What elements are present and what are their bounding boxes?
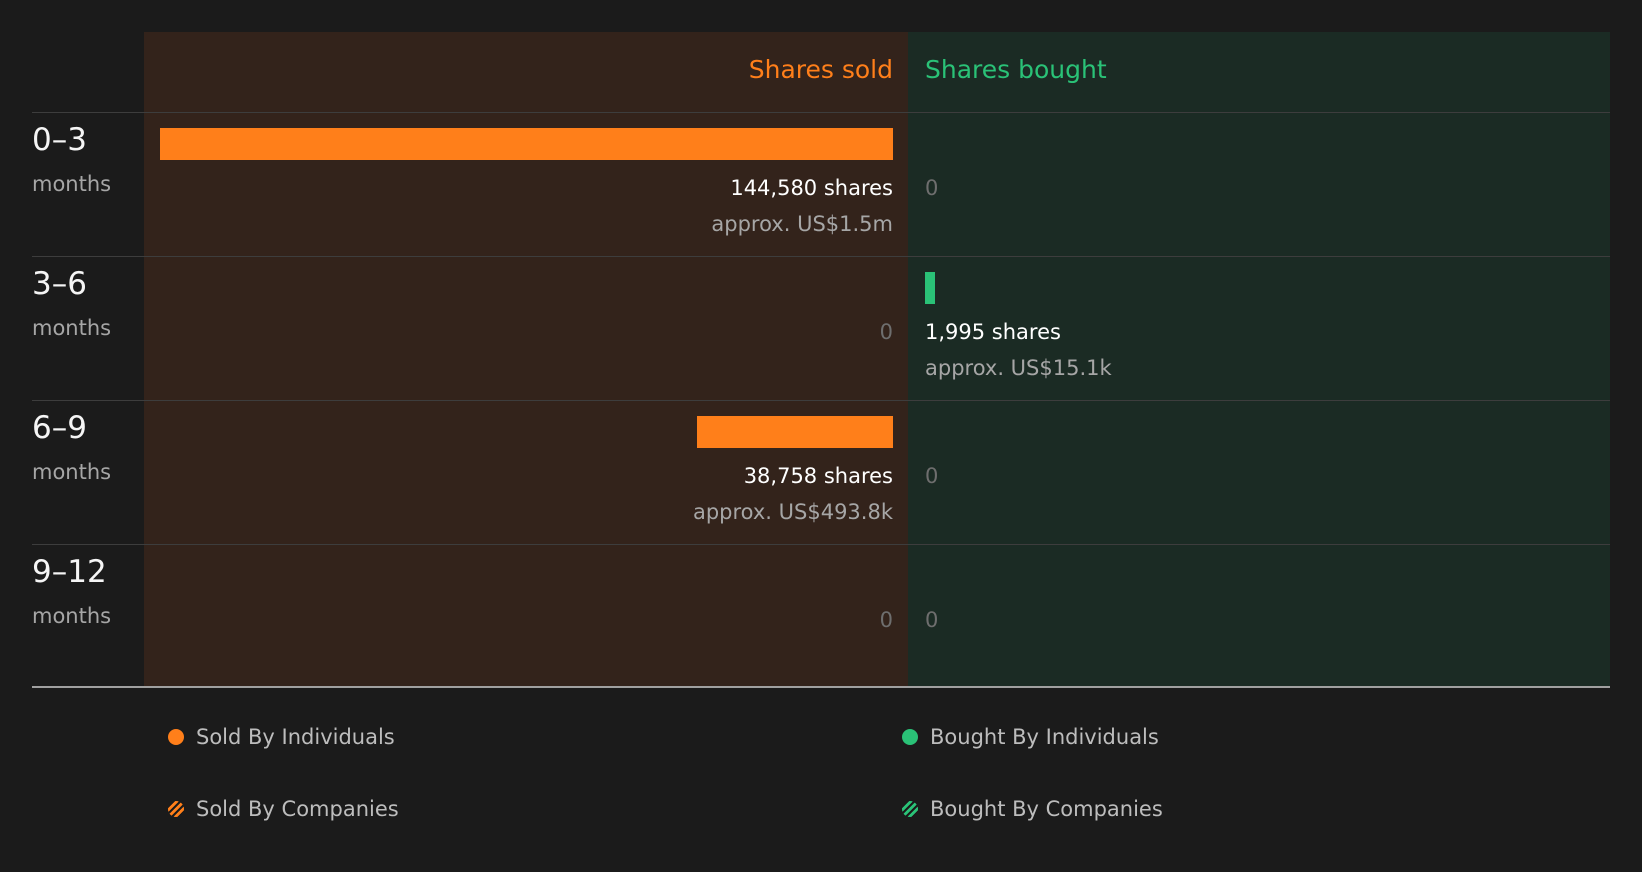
sold-shares-label: 144,580 shares [730,176,893,200]
green-hatched-dot-icon [902,801,918,817]
sold-zero-label: 0 [879,320,893,344]
legend-label: Sold By Individuals [196,725,395,749]
row-divider [32,400,1610,401]
sold-zero-label: 0 [879,608,893,632]
legend-item-bought-companies[interactable]: Bought By Companies [902,794,1163,824]
header-divider [32,112,1610,113]
sold-bar[interactable] [160,128,893,160]
period-label: 0–3 months [32,122,111,198]
bought-zero-label: 0 [925,176,939,200]
legend-item-bought-individuals[interactable]: Bought By Individuals [902,722,1159,752]
period-unit: months [32,172,112,196]
period-range: 3–6 [32,266,87,302]
row-divider [32,544,1610,545]
legend-label: Sold By Companies [196,797,399,821]
sold-bar[interactable] [696,416,893,448]
orange-hatched-dot-icon [168,801,184,817]
period-unit: months [32,460,112,484]
period-range: 0–3 [32,122,87,158]
chart-baseline [32,686,1610,688]
period-label: 6–9 months [32,410,111,486]
sold-value-label: approx. US$1.5m [711,212,893,236]
legend-label: Bought By Individuals [930,725,1159,749]
shares-bought-header: Shares bought [925,55,1107,84]
period-range: 6–9 [32,410,87,446]
bought-zero-label: 0 [925,608,939,632]
shares-sold-header: Shares sold [748,55,893,84]
legend-item-sold-companies[interactable]: Sold By Companies [168,794,399,824]
period-range: 9–12 [32,554,107,590]
orange-dot-icon [168,729,184,745]
green-dot-icon [902,729,918,745]
insider-trading-chart: Shares sold Shares bought 0–3 months 144,5… [0,0,1642,690]
period-label: 9–12 months [32,554,111,630]
legend-label: Bought By Companies [930,797,1163,821]
bought-bar[interactable] [925,272,936,304]
period-unit: months [32,316,112,340]
row-divider [32,256,1610,257]
legend-item-sold-individuals[interactable]: Sold By Individuals [168,722,395,752]
period-label: 3–6 months [32,266,111,342]
bought-shares-label: 1,995 shares [925,320,1061,344]
bought-value-label: approx. US$15.1k [925,356,1112,380]
legend: Sold By Individuals Bought By Individual… [0,720,1642,872]
sold-value-label: approx. US$493.8k [692,500,893,524]
sold-shares-label: 38,758 shares [743,464,893,488]
period-unit: months [32,604,112,628]
bought-zero-label: 0 [925,464,939,488]
